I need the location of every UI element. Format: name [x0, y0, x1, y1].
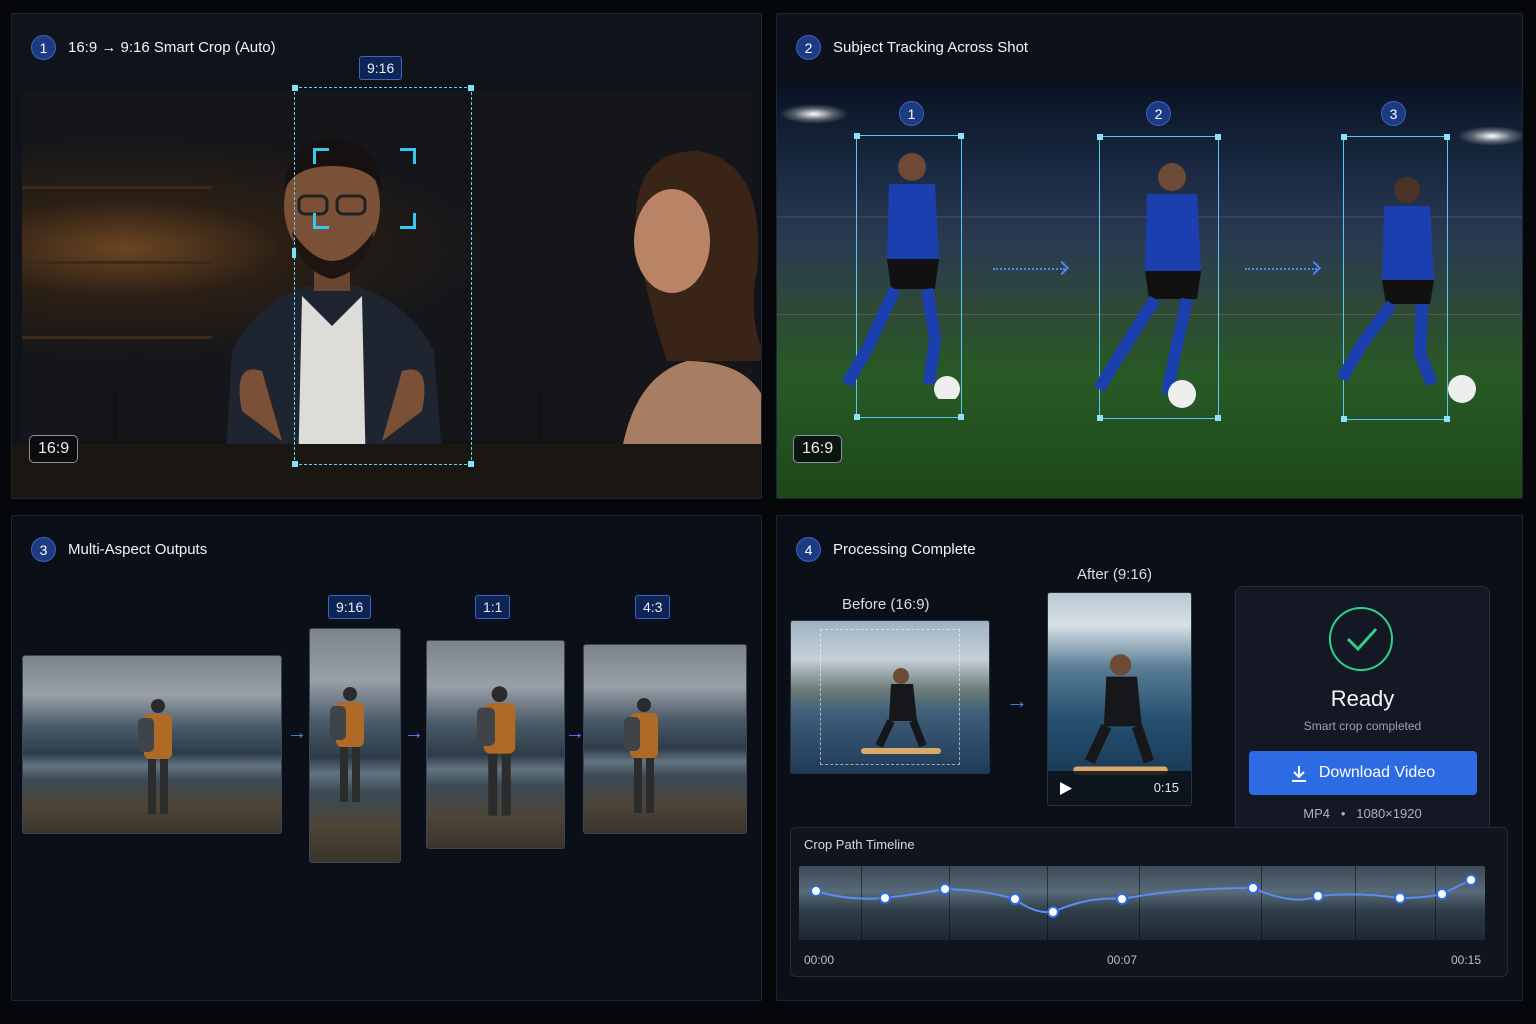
- panel-title: Subject Tracking Across Shot: [833, 39, 1029, 56]
- step-number: 4: [796, 537, 821, 562]
- crop-path-timeline: Crop Path Timeline 00:00 00:07 00:15: [790, 827, 1508, 977]
- arrow-right-icon: [1245, 268, 1317, 270]
- format-separator: •: [1340, 806, 1346, 821]
- timeline-label: Crop Path Timeline: [804, 837, 915, 852]
- download-button-label: Download Video: [1318, 764, 1436, 781]
- panel-title: Multi-Aspect Outputs: [68, 541, 208, 558]
- crop-path-curve[interactable]: [799, 866, 1485, 940]
- panel-title: Processing Complete: [833, 541, 976, 558]
- panel-header: 4 Processing Complete: [796, 537, 976, 562]
- timeline-tick-start: 00:00: [804, 953, 835, 967]
- output-format: MP4 • 1080×1920: [1236, 806, 1489, 821]
- crop-ratio-tag: 9:16: [359, 56, 403, 80]
- format-resolution: 1080×1920: [1356, 806, 1422, 821]
- source-ratio-badge: 16:9: [29, 435, 79, 463]
- before-label: Before (16:9): [842, 596, 930, 613]
- ready-card: Ready Smart crop completed Download Vide…: [1235, 586, 1490, 832]
- panel-header: 1 16:9 → 9:16 Smart Crop (Auto): [31, 35, 276, 60]
- player-frame-2: [1093, 163, 1201, 408]
- track-marker-3: 3: [1381, 101, 1406, 126]
- track-marker-2: 2: [1146, 101, 1171, 126]
- check-icon: [1329, 607, 1393, 671]
- after-video-player[interactable]: 0:15: [1047, 592, 1192, 806]
- crop-frame[interactable]: [292, 85, 474, 467]
- panel-processing-complete: 4 Processing Complete Before (16:9) → Af…: [776, 515, 1523, 1001]
- panel-subject-tracking: 2 Subject Tracking Across Shot 1 2 3 16:…: [776, 13, 1523, 499]
- timeline-tick-end: 00:15: [1451, 953, 1482, 967]
- output-4x3-image[interactable]: [583, 644, 747, 834]
- arrow-right-icon: →: [1006, 688, 1028, 713]
- download-video-button[interactable]: Download Video: [1249, 751, 1477, 795]
- panel-smart-crop: 1 16:9 → 9:16 Smart Crop (Auto) 9:16 16:…: [11, 13, 762, 499]
- player-frame-1: [841, 153, 960, 399]
- source-ratio-badge: 16:9: [793, 435, 843, 463]
- output-ratio-tag-2: 1:1: [475, 595, 511, 619]
- step-number: 3: [31, 537, 56, 562]
- player-frame-3: [1336, 177, 1476, 403]
- play-icon[interactable]: [1060, 782, 1072, 795]
- ready-subtitle: Smart crop completed: [1303, 719, 1422, 733]
- output-ratio-tag-1: 9:16: [328, 595, 372, 619]
- after-label: After (9:16): [1077, 566, 1153, 583]
- arrow-right-icon: →: [565, 722, 585, 744]
- step-number: 1: [31, 35, 56, 60]
- panel-multi-aspect: 3 Multi-Aspect Outputs → 9:16 → 1:1 → 4:…: [11, 515, 762, 1001]
- panel-title: 16:9 → 9:16 Smart Crop (Auto): [68, 39, 276, 56]
- panel-header: 3 Multi-Aspect Outputs: [31, 537, 207, 562]
- arrow-right-icon: →: [404, 722, 424, 744]
- output-ratio-tag-3: 4:3: [635, 595, 671, 619]
- timeline-filmstrip[interactable]: [799, 866, 1485, 940]
- arrow-right-icon: [993, 268, 1065, 270]
- source-landscape-image: [22, 655, 282, 834]
- track-marker-1: 1: [899, 101, 924, 126]
- panel-header: 2 Subject Tracking Across Shot: [796, 35, 1028, 60]
- before-video-thumbnail[interactable]: [790, 620, 990, 774]
- video-duration: 0:15: [1153, 780, 1179, 795]
- step-number: 2: [796, 35, 821, 60]
- download-icon: [1291, 765, 1306, 782]
- format-type: MP4: [1303, 806, 1331, 821]
- output-9x16-image[interactable]: [309, 628, 401, 863]
- output-1x1-image[interactable]: [426, 640, 565, 849]
- ready-title: Ready: [1330, 686, 1395, 711]
- timeline-tick-mid: 00:07: [1107, 953, 1138, 967]
- arrow-right-icon: →: [287, 722, 307, 744]
- microphone-right: [493, 342, 542, 451]
